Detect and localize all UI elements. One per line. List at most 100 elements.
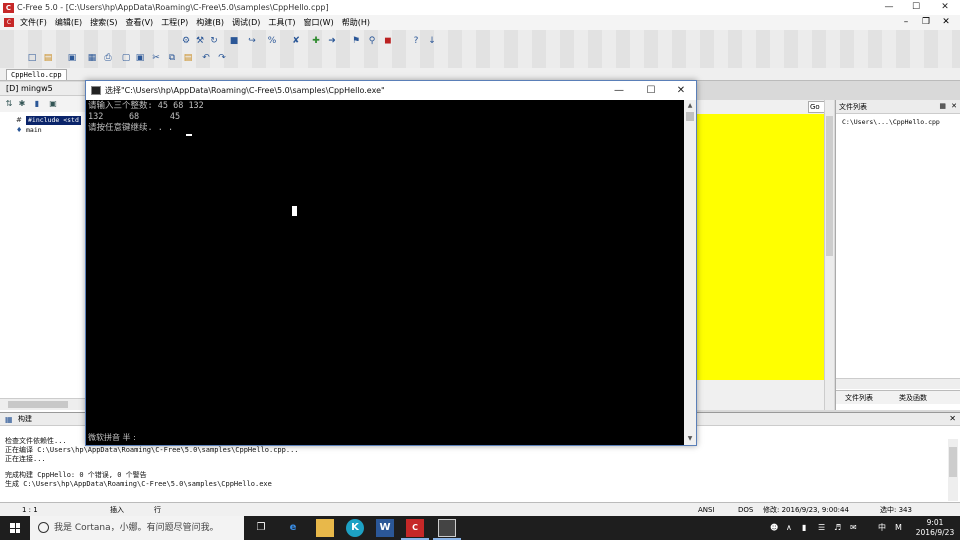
debug-icon[interactable]: ■ xyxy=(228,35,240,47)
menu-debug[interactable]: 调试(D) xyxy=(228,15,264,30)
tab-file-list[interactable]: 文件列表 xyxy=(842,393,876,403)
close-build-panel-icon[interactable]: ✕ xyxy=(949,414,956,423)
edge-icon[interactable]: e xyxy=(284,519,302,537)
menu-view[interactable]: 查看(V) xyxy=(121,15,157,30)
scrollbar-thumb[interactable] xyxy=(949,447,957,477)
scrollbar-thumb[interactable] xyxy=(826,116,833,256)
info-icon[interactable]: ↓ xyxy=(426,35,438,47)
build-scrollbar[interactable] xyxy=(948,439,958,501)
main-title-bar[interactable]: C C-Free 5.0 - [C:\Users\hp\AppData\Roam… xyxy=(0,0,960,15)
stop-icon[interactable]: ◼ xyxy=(382,35,394,47)
editor-vertical-scrollbar[interactable] xyxy=(824,100,834,410)
undo-icon[interactable]: ↶ xyxy=(200,52,212,64)
menu-project[interactable]: 工程(P) xyxy=(157,15,192,30)
tree-item-main[interactable]: main xyxy=(26,126,42,135)
input-language[interactable]: 中 xyxy=(878,516,886,540)
console-maximize-button[interactable]: ☐ xyxy=(636,81,666,100)
windows-logo-icon xyxy=(10,523,20,533)
menu-build[interactable]: 构建(B) xyxy=(192,15,228,30)
build-line: 检查文件依赖性... xyxy=(5,437,67,445)
document-icon[interactable]: C xyxy=(4,18,14,27)
pin-icon[interactable]: ▦ xyxy=(939,102,946,110)
file-tab-cpphello[interactable]: CppHello.cpp xyxy=(6,69,67,80)
open-folder-icon[interactable]: ▤ xyxy=(42,52,54,64)
file-view-icon[interactable]: ▣ xyxy=(48,99,58,109)
menu-help[interactable]: 帮助(H) xyxy=(338,15,374,30)
watch-icon[interactable]: % xyxy=(266,35,278,47)
copy-icon[interactable]: ⧉ xyxy=(166,52,178,64)
bookmark-icon[interactable]: ⚑ xyxy=(350,35,362,47)
people-icon[interactable]: ☻ xyxy=(770,516,778,540)
menu-edit[interactable]: 编辑(E) xyxy=(51,15,86,30)
scroll-up-icon[interactable]: ▲ xyxy=(684,100,696,111)
class-view-icon[interactable]: ▮ xyxy=(32,99,42,109)
maximize-button[interactable]: ☐ xyxy=(903,0,929,15)
cfree-taskbar-icon[interactable]: C xyxy=(406,519,424,537)
find-icon[interactable]: ⚲ xyxy=(366,35,378,47)
task-view-icon[interactable]: ❐ xyxy=(252,519,270,537)
menu-window[interactable]: 窗口(W) xyxy=(300,15,338,30)
word-icon[interactable]: W xyxy=(376,519,394,537)
print-icon[interactable]: ⎙ xyxy=(102,52,114,64)
file-list-scrollbar[interactable] xyxy=(836,378,960,389)
breakpoint-icon[interactable]: ✘ xyxy=(290,35,302,47)
run-icon[interactable]: ✚ xyxy=(310,35,322,47)
volume-icon[interactable]: ♬ xyxy=(834,516,841,540)
console-title-bar[interactable]: 选择"C:\Users\hp\AppData\Roaming\C-Free\5.… xyxy=(86,81,696,100)
console-scrollbar[interactable]: ▲ ▼ xyxy=(684,100,696,445)
menu-file[interactable]: 文件(F) xyxy=(16,15,51,30)
mdi-close-button[interactable]: ✕ xyxy=(938,15,954,30)
close-panel-icon[interactable]: ✕ xyxy=(951,102,957,110)
file-list-item[interactable]: C:\Users\...\CppHello.cpp xyxy=(842,118,940,127)
close-file-icon[interactable]: ▢ xyxy=(120,52,132,64)
console-window[interactable]: 选择"C:\Users\hp\AppData\Roaming\C-Free\5.… xyxy=(85,80,697,446)
close-button[interactable]: ✕ xyxy=(932,0,958,15)
line-label: 行 xyxy=(154,506,161,514)
console-output[interactable]: 请输入三个整数: 45 68 132 132 68 45 请按任意键继续. . … xyxy=(86,100,684,445)
save-all-icon[interactable]: ▦ xyxy=(86,52,98,64)
new-file-icon[interactable]: □ xyxy=(26,52,38,64)
scrollbar-thumb[interactable] xyxy=(8,401,68,408)
ime-mode[interactable]: M xyxy=(895,516,902,540)
paste-icon[interactable]: ▤ xyxy=(182,52,194,64)
console-taskbar-icon[interactable] xyxy=(438,519,456,537)
system-clock[interactable]: 9:01 2016/9/23 xyxy=(912,518,958,538)
console-close-button[interactable]: ✕ xyxy=(666,81,696,100)
print-preview-icon[interactable]: ▣ xyxy=(134,52,146,64)
minimize-button[interactable]: — xyxy=(876,0,902,15)
scroll-down-icon[interactable]: ▼ xyxy=(684,433,696,444)
cut-icon[interactable]: ✂ xyxy=(150,52,162,64)
compile-icon[interactable]: ⚙ xyxy=(180,35,192,47)
tree-item-include[interactable]: #include <std xyxy=(26,116,81,125)
menu-search[interactable]: 搜索(S) xyxy=(86,15,121,30)
project-panel-scrollbar[interactable] xyxy=(0,398,86,410)
network-icon[interactable]: ☰ xyxy=(818,516,825,540)
editor-highlight[interactable] xyxy=(693,114,825,380)
build-line: 生成 C:\Users\hp\AppData\Roaming\C-Free\5.… xyxy=(5,480,272,488)
rebuild-icon[interactable]: ↻ xyxy=(208,35,220,47)
tray-expand-icon[interactable]: ∧ xyxy=(786,516,792,540)
build-icon[interactable]: ⚒ xyxy=(194,35,206,47)
menu-tools[interactable]: 工具(T) xyxy=(264,15,299,30)
tab-classes-functions[interactable]: 类及函数 xyxy=(896,393,930,403)
redo-icon[interactable]: ↷ xyxy=(216,52,228,64)
filter-icon[interactable]: ✱ xyxy=(17,99,27,109)
mdi-minimize-button[interactable]: – xyxy=(898,15,914,30)
file-explorer-icon[interactable] xyxy=(316,519,334,537)
arrow-right-icon[interactable]: ➜ xyxy=(326,35,338,47)
mdi-restore-button[interactable]: ❐ xyxy=(918,15,934,30)
cortana-search-box[interactable]: 我是 Cortana，小娜。有问题尽管问我。 xyxy=(30,516,244,540)
start-button[interactable] xyxy=(0,516,30,540)
console-minimize-button[interactable]: — xyxy=(604,81,634,100)
scrollbar-thumb[interactable] xyxy=(686,112,694,121)
sort-icon[interactable]: ⇅ xyxy=(4,99,14,109)
notification-icon[interactable]: ✉ xyxy=(850,516,857,540)
k-app-icon[interactable]: K xyxy=(346,519,364,537)
step-icon[interactable]: ↪ xyxy=(246,35,258,47)
mouse-cursor-icon xyxy=(292,206,297,216)
text-cursor xyxy=(186,134,192,136)
save-icon[interactable]: ▣ xyxy=(66,52,78,64)
battery-icon[interactable]: ▮ xyxy=(802,516,806,540)
main-window-title: C-Free 5.0 - [C:\Users\hp\AppData\Roamin… xyxy=(17,3,329,12)
help-icon[interactable]: ? xyxy=(410,35,422,47)
